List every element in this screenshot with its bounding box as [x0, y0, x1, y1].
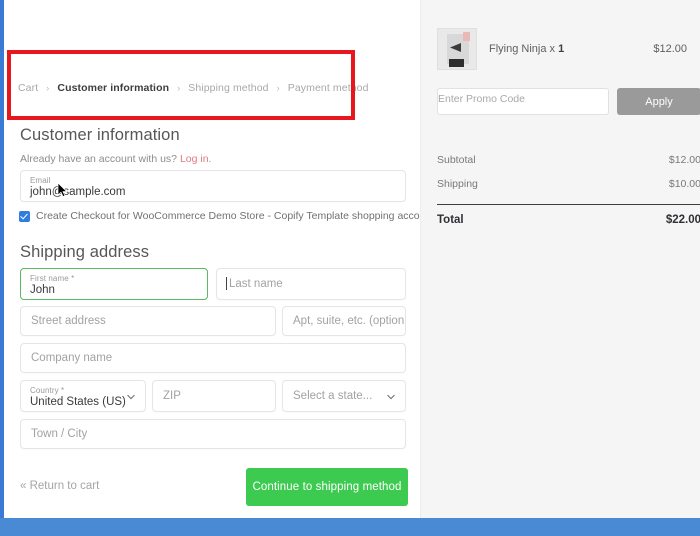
totals-divider — [437, 204, 700, 205]
customer-information-heading: Customer information — [20, 126, 180, 144]
login-prompt: Already have an account with us? Log in. — [20, 153, 211, 165]
checkout-page: Cart › Customer information › Shipping m… — [0, 0, 700, 536]
promo-code-input[interactable]: Enter Promo Code — [437, 88, 609, 115]
login-prompt-text: Already have an account with us? — [20, 153, 178, 165]
return-to-cart-link[interactable]: « Return to cart — [20, 480, 99, 492]
state-select[interactable]: Select a state... — [282, 380, 406, 412]
first-name-field-value: John — [30, 284, 55, 296]
breadcrumb-item-customer-information[interactable]: Customer information — [57, 82, 169, 94]
city-field[interactable]: Town / City — [20, 419, 406, 449]
total-label: Total — [437, 214, 464, 226]
browser-bottom-bar — [0, 518, 700, 536]
shipping-value: $10.00 — [668, 178, 700, 190]
breadcrumb-separator-icon: › — [177, 83, 181, 93]
order-summary-column: Flying Ninja x 1 $12.00 Enter Promo Code… — [420, 0, 700, 518]
state-select-placeholder: Select a state... — [293, 390, 373, 402]
subtotal-value: $12.00 — [668, 154, 700, 166]
order-item-quantity: 1 — [558, 43, 565, 55]
order-item-name-text: Flying Ninja x — [489, 43, 556, 55]
order-totals: Subtotal $12.00 Shipping $10.00 Total $2… — [437, 148, 700, 232]
chevron-down-icon — [127, 393, 135, 401]
breadcrumb-item-payment-method[interactable]: Payment method — [288, 82, 369, 94]
breadcrumb: Cart › Customer information › Shipping m… — [18, 82, 369, 94]
totals-row-subtotal: Subtotal $12.00 — [437, 148, 700, 172]
last-name-field[interactable]: Last name — [216, 268, 406, 300]
apartment-field[interactable]: Apt, suite, etc. (option — [282, 306, 406, 336]
street-address-field[interactable]: Street address — [20, 306, 276, 336]
product-image-accent — [463, 32, 470, 41]
breadcrumb-separator-icon: › — [46, 83, 50, 93]
log-in-link[interactable]: Log in. — [180, 153, 212, 165]
zip-field[interactable]: ZIP — [152, 380, 276, 412]
breadcrumb-separator-icon: › — [276, 83, 280, 93]
product-thumbnail — [437, 28, 477, 70]
breadcrumb-item-shipping-method[interactable]: Shipping method — [188, 82, 268, 94]
order-item-name: Flying Ninja x 1 — [489, 43, 564, 55]
subtotal-label: Subtotal — [437, 154, 476, 166]
email-field-value: john@sample.com — [30, 186, 126, 198]
country-select-label: Country * — [30, 386, 65, 395]
breadcrumb-item-cart[interactable]: Cart — [18, 82, 38, 94]
create-account-checkbox[interactable] — [19, 210, 30, 222]
first-name-field-label: First name * — [30, 274, 75, 283]
totals-row-shipping: Shipping $10.00 — [437, 172, 700, 196]
order-item-price: $12.00 — [653, 43, 687, 55]
street-address-field-placeholder: Street address — [31, 315, 106, 327]
total-value: $22.00 — [665, 214, 700, 226]
promo-code-row: Enter Promo Code Apply — [437, 88, 700, 115]
order-line-item: Flying Ninja x 1 $12.00 — [437, 28, 687, 70]
last-name-field-placeholder: Last name — [229, 278, 283, 290]
shipping-address-heading: Shipping address — [20, 243, 150, 261]
city-field-placeholder: Town / City — [31, 428, 88, 440]
company-name-field[interactable]: Company name — [20, 343, 406, 373]
checkout-layout: Cart › Customer information › Shipping m… — [4, 0, 700, 518]
shipping-label: Shipping — [437, 178, 478, 190]
create-account-label: Create Checkout for WooCommerce Demo Sto… — [36, 210, 438, 222]
checkout-form-column: Cart › Customer information › Shipping m… — [4, 0, 437, 518]
promo-code-input-placeholder: Enter Promo Code — [438, 93, 525, 105]
continue-to-shipping-method-button[interactable]: Continue to shipping method — [246, 468, 408, 506]
email-field[interactable]: Email john@sample.com — [20, 170, 406, 202]
country-select-value: United States (US) — [30, 396, 126, 408]
text-caret — [226, 277, 227, 290]
totals-row-total: Total $22.00 — [437, 207, 700, 232]
company-name-field-placeholder: Company name — [31, 352, 113, 364]
create-account-row[interactable]: Create Checkout for WooCommerce Demo Sto… — [19, 210, 437, 222]
apartment-field-placeholder: Apt, suite, etc. (option — [293, 315, 405, 327]
first-name-field[interactable]: First name * John — [20, 268, 208, 300]
zip-field-placeholder: ZIP — [163, 390, 181, 402]
apply-promo-button[interactable]: Apply — [617, 88, 700, 115]
chevron-down-icon — [387, 393, 395, 401]
email-field-label: Email — [30, 176, 51, 185]
country-select[interactable]: Country * United States (US) — [20, 380, 146, 412]
